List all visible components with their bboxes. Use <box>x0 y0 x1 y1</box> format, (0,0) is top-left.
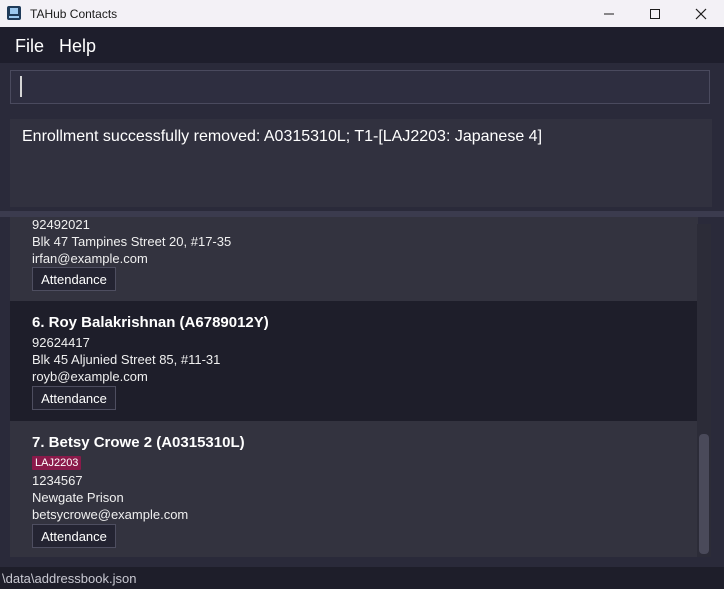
person-name: 7. Betsy Crowe 2 (A0315310L) <box>32 434 245 451</box>
title-bar: TAHub Contacts <box>0 0 724 27</box>
save-location: \data\addressbook.json <box>2 571 137 586</box>
person-email: irfan@example.com <box>32 251 148 266</box>
menu-file[interactable]: File <box>15 36 44 57</box>
close-icon <box>695 8 707 19</box>
maximize-icon <box>650 8 660 19</box>
person-list[interactable]: 92492021 Blk 47 Tampines Street 20, #17-… <box>10 217 698 557</box>
person-address: Blk 45 Aljunied Street 85, #11-31 <box>32 352 221 367</box>
command-input[interactable] <box>10 70 710 104</box>
person-email: betsycrowe@example.com <box>32 507 189 522</box>
attendance-button[interactable]: Attendance <box>32 524 116 548</box>
person-card[interactable]: 7. Betsy Crowe 2 (A0315310L) LAJ2203 123… <box>10 421 698 557</box>
command-area <box>0 63 724 112</box>
person-address: Blk 47 Tampines Street 20, #17-35 <box>32 234 232 249</box>
window-title: TAHub Contacts <box>30 7 118 21</box>
text-caret <box>20 76 22 97</box>
person-card[interactable]: 92492021 Blk 47 Tampines Street 20, #17-… <box>10 217 698 301</box>
menu-bar: File Help <box>0 27 724 63</box>
attendance-button[interactable]: Attendance <box>32 386 116 410</box>
status-bar: \data\addressbook.json <box>0 567 724 589</box>
person-phone: 1234567 <box>32 473 83 488</box>
person-phone: 92492021 <box>32 217 90 232</box>
attendance-button[interactable]: Attendance <box>32 267 116 291</box>
result-message: Enrollment successfully removed: A031531… <box>22 128 543 145</box>
minimize-button[interactable] <box>586 0 632 27</box>
course-tag: LAJ2203 <box>32 456 82 470</box>
person-name: 6. Roy Balakrishnan (A6789012Y) <box>32 314 269 331</box>
list-scrollbar[interactable] <box>697 224 711 557</box>
close-button[interactable] <box>678 0 724 27</box>
menu-help[interactable]: Help <box>59 36 96 57</box>
minimize-icon <box>604 13 614 14</box>
person-card[interactable]: 6. Roy Balakrishnan (A6789012Y) 92624417… <box>10 301 698 421</box>
person-email: royb@example.com <box>32 369 148 384</box>
result-display: Enrollment successfully removed: A031531… <box>10 119 712 207</box>
person-list-panel: 92492021 Blk 47 Tampines Street 20, #17-… <box>0 217 724 567</box>
maximize-button[interactable] <box>632 0 678 27</box>
person-phone: 92624417 <box>32 335 90 350</box>
app-logo-icon <box>6 5 22 21</box>
scrollbar-thumb[interactable] <box>699 434 709 554</box>
person-address: Newgate Prison <box>32 490 124 505</box>
